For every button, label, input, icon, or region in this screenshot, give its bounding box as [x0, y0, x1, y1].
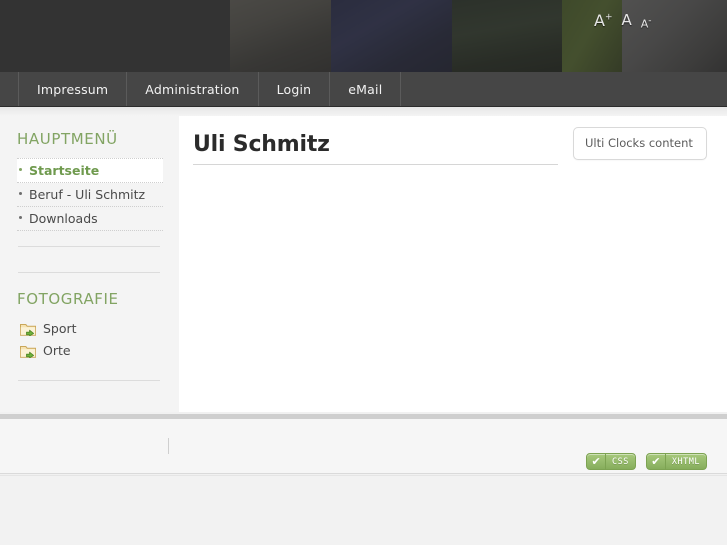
- sidebar-link-sport[interactable]: Sport: [17, 318, 163, 340]
- main-navigation: Impressum Administration Login eMail: [0, 72, 727, 107]
- page-bottom-area: [0, 475, 727, 545]
- check-icon: ✔: [587, 454, 607, 469]
- nav-item-email[interactable]: eMail: [330, 72, 402, 106]
- font-size-decrease-sup: -: [648, 16, 652, 26]
- header-photo-strip: [230, 0, 727, 72]
- sidebar-divider-2: [18, 272, 160, 273]
- page-title-rule: [193, 164, 558, 165]
- page-root: A+ A A- Impressum Administration Login e…: [0, 0, 727, 545]
- nav-item-login[interactable]: Login: [259, 72, 331, 106]
- photography-list: Sport Orte: [17, 318, 163, 362]
- css-validation-badge[interactable]: ✔ CSS: [586, 453, 636, 470]
- sidebar-item-startseite[interactable]: Startseite: [17, 158, 163, 183]
- header-photo-smiling-woman: [562, 0, 622, 72]
- nav-item-administration[interactable]: Administration: [127, 72, 259, 106]
- sidebar-item-beruf[interactable]: Beruf - Uli Schmitz: [17, 183, 163, 207]
- ulti-clocks-text: Ulti Clocks content: [585, 136, 693, 150]
- check-icon: ✔: [647, 454, 666, 469]
- mainmenu-list: Startseite Beruf - Uli Schmitz Downloads: [17, 158, 163, 231]
- header-photo-water-skier: [230, 0, 331, 72]
- sidebar-link-orte[interactable]: Orte: [17, 340, 163, 362]
- sidebar-divider-3: [18, 380, 160, 381]
- page-bottom-edge: [0, 475, 727, 476]
- font-size-increase-label: A: [594, 11, 605, 30]
- sidebar-link-downloads[interactable]: Downloads: [17, 207, 163, 230]
- nav-left-spacer: [0, 72, 19, 106]
- folder-arrow-icon: [20, 322, 36, 336]
- xhtml-badge-label: XHTML: [671, 456, 700, 467]
- sidebar-item-orte[interactable]: Orte: [17, 340, 163, 362]
- sidebar-label-orte: Orte: [43, 343, 71, 358]
- ulti-clocks-module: Ulti Clocks content: [573, 127, 707, 160]
- header-photo-woman-with-glasses: [622, 0, 727, 72]
- sidebar-label-sport: Sport: [43, 321, 77, 336]
- font-size-controls: A+ A A-: [594, 13, 652, 30]
- photography-heading: FOTOGRAFIE: [17, 290, 119, 308]
- nav-item-impressum[interactable]: Impressum: [19, 72, 128, 106]
- font-size-increase-button[interactable]: A+: [594, 13, 613, 29]
- folder-arrow-icon: [20, 344, 36, 358]
- site-footer: ✔ CSS ✔ XHTML: [0, 419, 727, 474]
- font-size-increase-sup: +: [604, 12, 613, 23]
- footer-vertical-divider: [168, 438, 169, 454]
- font-size-reset-button[interactable]: A: [622, 13, 632, 28]
- header-photo-medal-athlete: [452, 0, 562, 72]
- sidebar-link-startseite[interactable]: Startseite: [17, 159, 163, 182]
- sidebar-link-beruf[interactable]: Beruf - Uli Schmitz: [17, 183, 163, 206]
- mainmenu-heading: HAUPTMENÜ: [17, 130, 118, 148]
- header-photo-pole-vault: [331, 0, 452, 72]
- validation-badges: ✔ CSS ✔ XHTML: [586, 453, 707, 470]
- sidebar-item-downloads[interactable]: Downloads: [17, 207, 163, 231]
- css-badge-label: CSS: [612, 456, 629, 467]
- sidebar-item-sport[interactable]: Sport: [17, 318, 163, 340]
- site-header: A+ A A-: [0, 0, 727, 72]
- font-size-decrease-button[interactable]: A-: [641, 13, 652, 30]
- body-wrapper: HAUPTMENÜ Startseite Beruf - Uli Schmitz…: [0, 107, 727, 412]
- content-top-stripe: [0, 107, 727, 116]
- header-left-panel: [0, 0, 230, 72]
- xhtml-validation-badge[interactable]: ✔ XHTML: [645, 453, 707, 470]
- sidebar: HAUPTMENÜ Startseite Beruf - Uli Schmitz…: [0, 116, 179, 412]
- main-content: Uli Schmitz Ulti Clocks content: [179, 116, 727, 412]
